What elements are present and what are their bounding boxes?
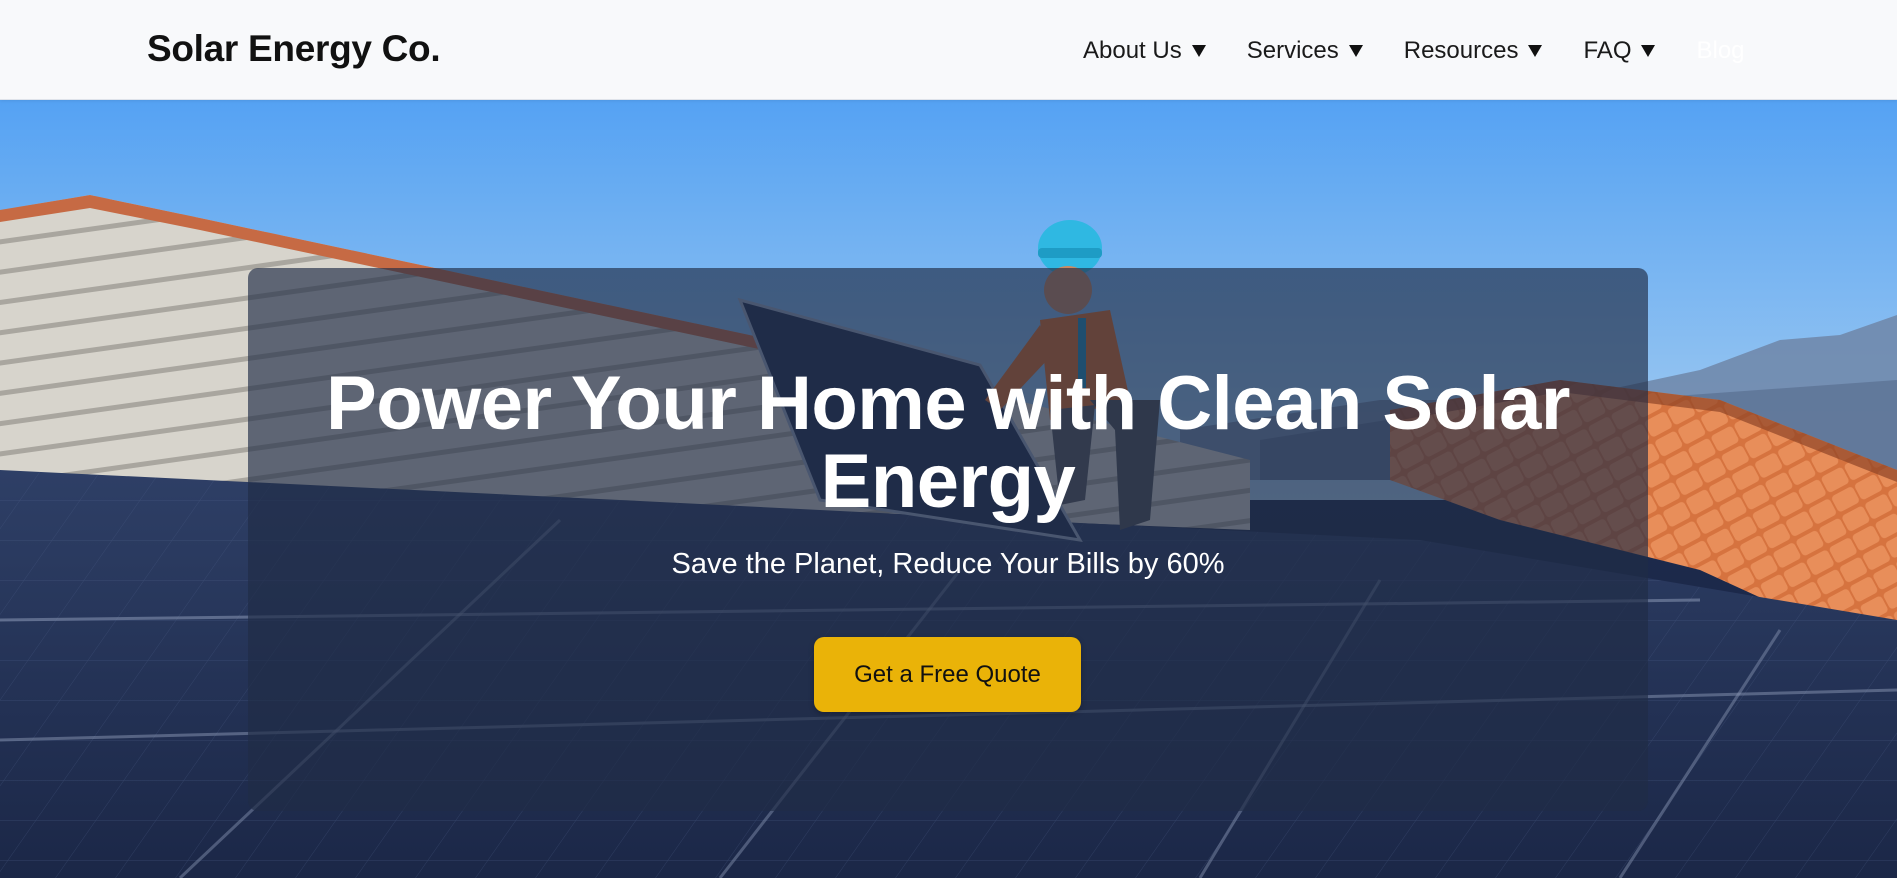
brand-logo[interactable]: Solar Energy Co.: [147, 28, 441, 70]
hero-overlay: [248, 268, 1648, 811]
nav-item-services[interactable]: Services: [1247, 37, 1364, 65]
hero-title: Power Your Home with Clean Solar Energy: [326, 361, 1570, 524]
caret-down-icon: [1348, 45, 1363, 57]
nav-item-label: Resources: [1403, 37, 1519, 64]
nav-item-faq[interactable]: FAQ: [1583, 37, 1656, 65]
hero-subtitle: Save the Planet, Reduce Your Bills by 60…: [671, 548, 1225, 580]
nav-item-resources[interactable]: Resources: [1404, 37, 1544, 65]
get-free-quote-button[interactable]: Get a Free Quote: [814, 637, 1081, 712]
nav-item-label: About Us: [1083, 37, 1182, 64]
caret-down-icon: [1528, 45, 1543, 57]
nav-item-blog[interactable]: Blog: [1696, 37, 1744, 65]
caret-down-icon: [1641, 45, 1656, 57]
site-header: Solar Energy Co. About Us Services Resou…: [0, 0, 1897, 100]
nav-item-label: FAQ: [1583, 37, 1632, 64]
caret-down-icon: [1191, 45, 1206, 57]
main-nav: About Us Services Resources FAQ Blog: [1083, 33, 1745, 69]
hero-section: Power Your Home with Clean Solar Energy …: [0, 100, 1897, 878]
nav-item-label: Services: [1246, 37, 1339, 64]
nav-item-label: Blog: [1696, 37, 1745, 64]
nav-item-about-us[interactable]: About Us: [1083, 37, 1207, 65]
